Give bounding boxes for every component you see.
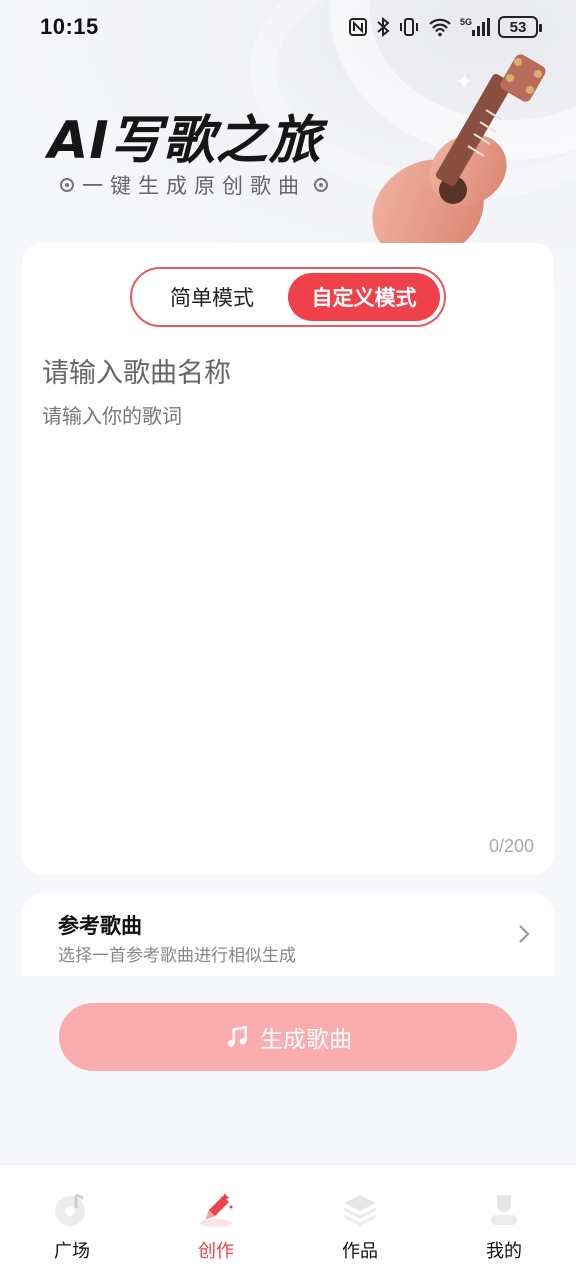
dot-icon: [60, 178, 74, 192]
nav-item-create[interactable]: 创作: [144, 1165, 288, 1280]
status-bar: 10:15 5G 53: [0, 0, 576, 54]
nfc-icon: [348, 17, 368, 37]
nav-item-square[interactable]: 广场: [0, 1165, 144, 1280]
nav-item-me[interactable]: 我的: [432, 1165, 576, 1280]
bottom-nav: 广场 创作 作品 我的: [0, 1164, 576, 1280]
subtitle-text: 一键生成原创歌曲: [82, 174, 306, 198]
reference-description: 选择一首参考歌曲进行相似生成: [58, 946, 296, 966]
vibrate-icon: [398, 17, 420, 37]
chevron-right-icon: [519, 925, 530, 943]
bluetooth-icon: [376, 17, 390, 37]
page-subtitle: 一键生成原创歌曲: [60, 170, 328, 200]
nav-item-works[interactable]: 作品: [288, 1165, 432, 1280]
reference-song-row[interactable]: 参考歌曲 选择一首参考歌曲进行相似生成: [22, 894, 554, 976]
tab-simple-mode[interactable]: 简单模式: [136, 273, 288, 321]
dot-icon: [314, 178, 328, 192]
tab-custom-mode[interactable]: 自定义模式: [288, 273, 440, 321]
status-time: 10:15: [40, 14, 99, 39]
nav-label: 广场: [54, 1241, 90, 1262]
nav-label: 作品: [342, 1241, 378, 1262]
mode-toggle: 简单模式 自定义模式: [130, 267, 446, 327]
user-icon: [491, 1195, 517, 1225]
status-icons: 5G 53: [348, 16, 542, 38]
music-note-icon: [227, 1025, 247, 1047]
svg-text:5G: 5G: [460, 17, 472, 27]
pen-icon: [200, 1193, 233, 1227]
generate-song-button[interactable]: 生成歌曲: [59, 1003, 517, 1071]
wifi-icon: [428, 17, 452, 37]
lyrics-input[interactable]: 请输入你的歌词: [42, 400, 182, 429]
layers-icon: [343, 1195, 377, 1226]
generate-label: 生成歌曲: [260, 1027, 352, 1053]
song-name-input[interactable]: 请输入歌曲名称: [42, 351, 231, 390]
page-title: AI写歌之旅: [48, 111, 322, 171]
battery-indicator: 53: [498, 16, 542, 38]
reference-title: 参考歌曲: [58, 914, 142, 938]
music-disc-icon: [55, 1193, 85, 1226]
signal-5g-icon: 5G: [460, 16, 490, 38]
nav-label: 创作: [198, 1241, 234, 1262]
character-counter: 0/200: [488, 836, 534, 856]
lyrics-card: 简单模式 自定义模式 请输入歌曲名称 请输入你的歌词 0/200: [22, 243, 554, 875]
nav-label: 我的: [486, 1241, 522, 1262]
guitar-illustration: [372, 54, 546, 250]
